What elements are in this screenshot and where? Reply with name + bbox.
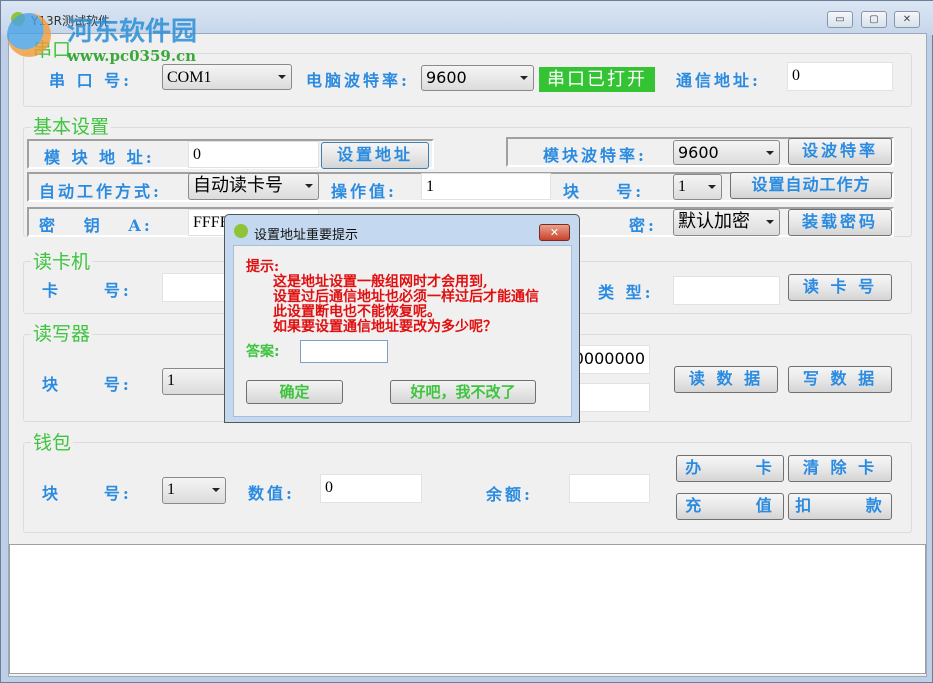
amount-input[interactable]: 0 xyxy=(320,474,422,503)
chevron-down-icon xyxy=(305,184,313,188)
load-key-button[interactable]: 装载密码 xyxy=(788,209,892,236)
hint-title: 提示: xyxy=(246,259,280,275)
module-addr-label: 模 块 地 址: xyxy=(44,148,155,167)
encrypt-value: 默认加密 xyxy=(678,211,750,232)
auto-mode-select[interactable]: 自动读卡号 xyxy=(188,173,319,200)
encrypt-label: 密: xyxy=(629,216,657,235)
comm-addr-input[interactable]: 0 xyxy=(787,62,893,91)
card-number-label: 卡 号: xyxy=(42,281,132,300)
port-select[interactable]: COM1 xyxy=(162,64,292,90)
read-data-button[interactable]: 读 数 据 xyxy=(674,366,778,393)
block-select[interactable]: 1 xyxy=(673,174,722,200)
balance-label: 余额: xyxy=(486,485,533,504)
module-baud-select[interactable]: 9600 xyxy=(673,140,780,165)
set-addr-button[interactable]: 设置地址 xyxy=(321,142,429,169)
hint-line: 这是地址设置一般组网时才会用到, xyxy=(273,274,488,290)
block-value: 1 xyxy=(678,178,686,195)
maximize-button[interactable]: ▢ xyxy=(861,11,887,28)
wallet-block-value: 1 xyxy=(167,481,175,498)
rw-block-label: 块 号: xyxy=(42,375,132,394)
card-type-label: 类 型: xyxy=(598,283,654,302)
chevron-down-icon xyxy=(766,220,774,224)
answer-input[interactable] xyxy=(300,340,388,363)
ok-button[interactable]: 确定 xyxy=(246,380,343,404)
hint-line: 如果要设置通信地址要改为多少呢？ xyxy=(273,319,497,335)
baud-select[interactable]: 9600 xyxy=(421,65,534,91)
serial-status-badge: 串口已打开 xyxy=(539,67,655,92)
cancel-button[interactable]: 好吧，我不改了 xyxy=(390,380,536,404)
recharge-button[interactable]: 充 值 xyxy=(676,493,784,520)
set-auto-mode-button[interactable]: 设置自动工作方 xyxy=(730,172,892,199)
card-type-input[interactable] xyxy=(673,276,780,305)
auto-mode-label: 自动工作方式: xyxy=(39,182,162,201)
wallet-legend: 钱包 xyxy=(31,428,74,455)
hint-line: 设置过后通信地址也必须一样过后才能通信 xyxy=(273,289,539,305)
read-card-button[interactable]: 读 卡 号 xyxy=(788,274,892,301)
key-a-label: 密 钥 A: xyxy=(39,216,153,235)
module-addr-input[interactable]: 0 xyxy=(188,141,319,168)
log-textarea[interactable] xyxy=(9,544,926,674)
baud-label: 电脑波特率: xyxy=(306,71,410,90)
chevron-down-icon xyxy=(212,488,220,492)
watermark-text: 河东软件园 xyxy=(67,17,198,47)
comm-addr-label: 通信地址: xyxy=(676,71,761,90)
dialog-body: 提示: 这是地址设置一般组网时才会用到, 设置过后通信地址也必须一样过后才能通信… xyxy=(233,245,572,417)
main-window: Y13R测试软件 ▭ ▢ ✕ 串口 串 口 号: COM1 电脑波特率: 960… xyxy=(0,0,933,683)
deduct-button[interactable]: 扣 款 xyxy=(788,493,892,520)
op-value-label: 操作值: xyxy=(331,182,397,201)
reader-legend: 读卡机 xyxy=(31,247,93,274)
close-button[interactable]: ✕ xyxy=(894,11,920,28)
dialog-title: 设置地址重要提示 xyxy=(254,228,359,243)
wallet-block-select[interactable]: 1 xyxy=(162,477,226,504)
minimize-button[interactable]: ▭ xyxy=(827,11,853,28)
set-address-dialog: 设置地址重要提示 ✕ 提示: 这是地址设置一般组网时才会用到, 设置过后通信地址… xyxy=(224,214,580,423)
hint-line: 此设置断电也不能恢复呢。 xyxy=(273,304,441,320)
dialog-close-button[interactable]: ✕ xyxy=(539,224,570,241)
rw-legend: 读写器 xyxy=(31,319,93,346)
baud-value: 9600 xyxy=(426,68,467,87)
answer-label: 答案: xyxy=(246,344,280,360)
wallet-block-label: 块 号: xyxy=(42,484,132,503)
chevron-down-icon xyxy=(520,76,528,80)
set-baud-button[interactable]: 设波特率 xyxy=(788,138,892,165)
clear-card-button[interactable]: 清 除 卡 xyxy=(788,455,892,482)
chevron-down-icon xyxy=(766,151,774,155)
port-label: 串 口 号: xyxy=(49,71,133,90)
amount-label: 数值: xyxy=(248,484,295,503)
module-baud-label: 模块波特率: xyxy=(543,146,647,165)
write-data-button[interactable]: 写 数 据 xyxy=(788,366,892,393)
issue-card-button[interactable]: 办 卡 xyxy=(676,455,784,482)
encrypt-select[interactable]: 默认加密 xyxy=(673,209,780,236)
watermark-url: www.pc0359.cn xyxy=(67,47,197,65)
port-value: COM1 xyxy=(167,69,212,86)
chevron-down-icon xyxy=(708,185,716,189)
op-value-input[interactable]: 1 xyxy=(421,173,551,200)
module-baud-value: 9600 xyxy=(678,143,719,162)
dialog-app-icon xyxy=(234,224,248,238)
block-label: 块 号: xyxy=(563,182,645,201)
watermark-logo-icon xyxy=(7,13,51,57)
chevron-down-icon xyxy=(278,75,286,79)
balance-input[interactable] xyxy=(569,474,650,503)
basic-legend: 基本设置 xyxy=(31,112,112,139)
auto-mode-value: 自动读卡号 xyxy=(193,175,283,196)
rw-block-value: 1 xyxy=(167,372,175,389)
